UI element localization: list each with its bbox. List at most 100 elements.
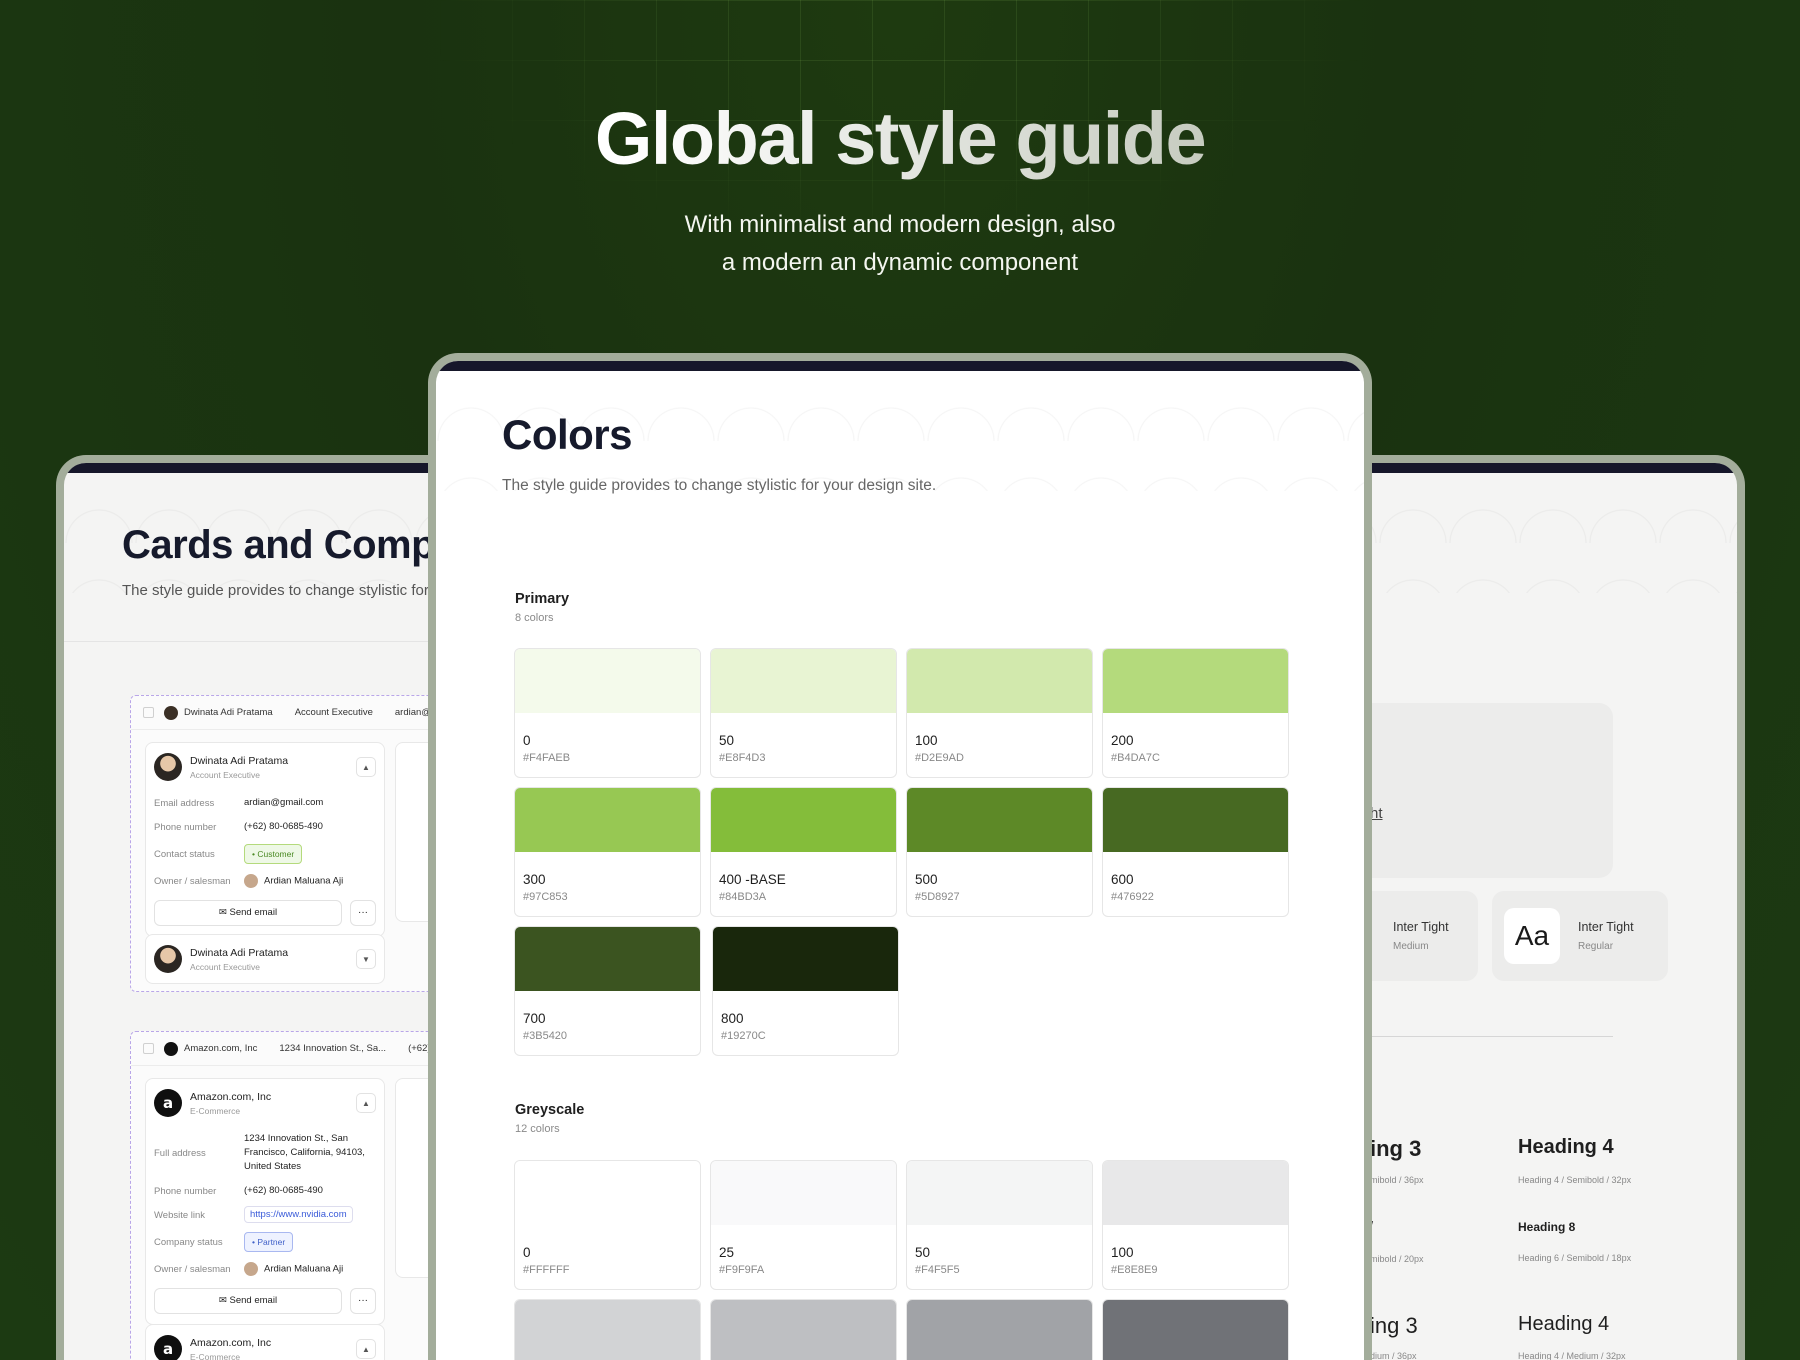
swatch-fill: [515, 649, 700, 713]
color-swatch[interactable]: [906, 1299, 1093, 1360]
heading-meta: Heading 4 / Semibold / 32px: [1518, 1175, 1632, 1185]
cell-role: Account Executive: [294, 707, 373, 718]
swatch-fill: [907, 1300, 1092, 1360]
greyscale-section-count: 12 colors: [515, 1123, 560, 1135]
more-options-button[interactable]: ···: [350, 899, 376, 926]
field-email: Email address ardian@gmail.com: [154, 797, 324, 809]
chevron-up-icon[interactable]: ▲: [356, 757, 376, 777]
swatch-fill: [1103, 1300, 1288, 1360]
color-swatch[interactable]: 25 #F9F9FA: [710, 1160, 897, 1290]
contact-card-collapsed[interactable]: Dwinata Adi Pratama Account Executive ▼: [145, 934, 385, 984]
heading-sample: Heading 4: [1518, 1136, 1614, 1158]
swatch-fill: [515, 1161, 700, 1225]
swatch-fill: [515, 788, 700, 852]
field-address: Full address 1234 Innovation St., San Fra…: [154, 1133, 365, 1172]
color-swatch[interactable]: 200 #B4DA7C: [1102, 648, 1289, 778]
swatch-fill: [711, 788, 896, 852]
swatch-hex: #F4F5F5: [915, 1264, 960, 1276]
field-owner: Owner / salesman Ardian Maluana Aji: [154, 874, 344, 888]
color-swatch[interactable]: 400 -BASE #84BD3A: [710, 787, 897, 917]
swatch-code: 0: [523, 733, 531, 748]
color-swatch[interactable]: 50 #E8F4D3: [710, 648, 897, 778]
heading-meta: mibold / 36px: [1370, 1175, 1424, 1185]
field-phone: Phone number (+62) 80-0685-490: [154, 821, 323, 833]
color-swatch[interactable]: 600 #476922: [1102, 787, 1289, 917]
amazon-logo-icon: [164, 1041, 178, 1056]
primary-section-title: Primary: [515, 591, 570, 607]
more-options-button[interactable]: ···: [350, 1287, 376, 1314]
owner-avatar: [244, 874, 258, 888]
chevron-up-icon[interactable]: ▲: [356, 1339, 376, 1359]
color-swatch[interactable]: 100 #E8E8E9: [1102, 1160, 1289, 1290]
swatch-hex: #97C853: [523, 891, 568, 903]
swatch-code: 600: [1111, 872, 1134, 887]
color-swatch[interactable]: [514, 1299, 701, 1360]
contact-role: Account Executive: [190, 769, 260, 780]
swatch-hex: #D2E9AD: [915, 752, 964, 764]
swatch-code: 500: [915, 872, 938, 887]
amazon-logo-icon: a: [154, 1089, 182, 1117]
hero-subtitle: With minimalist and modern design, also …: [0, 206, 1800, 282]
company-card: a Amazon.com, Inc E-Commerce ▲ Full addr…: [145, 1078, 385, 1325]
color-swatch[interactable]: 0 #FFFFFF: [514, 1160, 701, 1290]
company-card-collapsed[interactable]: a Amazon.com, Inc E-Commerce ▲: [145, 1324, 385, 1360]
avatar: [154, 753, 182, 781]
font-name: Inter Tight: [1578, 920, 1634, 934]
contact-name: Dwinata Adi Pratama: [190, 946, 289, 959]
cell-company: Amazon.com, Inc: [184, 1043, 258, 1054]
row-checkbox[interactable]: [143, 1043, 154, 1054]
cell-name: Dwinata Adi Pratama: [184, 707, 273, 718]
swatch-code: 100: [915, 733, 938, 748]
color-swatch[interactable]: 800 #19270C: [712, 926, 899, 1056]
send-email-button[interactable]: ✉ Send email: [154, 1287, 342, 1314]
color-swatch[interactable]: 500 #5D8927: [906, 787, 1093, 917]
color-swatch[interactable]: 100 #D2E9AD: [906, 648, 1093, 778]
swatch-fill: [907, 649, 1092, 713]
font-sample: Aa: [1504, 908, 1560, 964]
swatch-fill: [711, 649, 896, 713]
swatch-fill: [907, 1161, 1092, 1225]
swatch-fill: [711, 1300, 896, 1360]
field-owner: Owner / salesman Ardian Maluana Aji: [154, 1262, 344, 1276]
colors-title: Colors: [502, 411, 633, 458]
color-swatch[interactable]: 50 #F4F5F5: [906, 1160, 1093, 1290]
swatch-code: 300: [523, 872, 546, 887]
color-swatch[interactable]: 700 #3B5420: [514, 926, 701, 1056]
font-card-regular[interactable]: Aa Inter Tight Regular: [1492, 891, 1668, 981]
card-header[interactable]: Dwinata Adi Pratama Account Executive ▲: [146, 743, 384, 791]
swatch-code: 100: [1111, 1245, 1134, 1260]
header-pattern: [1308, 473, 1737, 593]
colors-preview: Colors The style guide provides to chang…: [428, 353, 1372, 1360]
avatar: [164, 705, 178, 720]
field-website: Website link https://www.nvidia.com: [146, 1203, 384, 1227]
company-industry: E-Commerce: [190, 1105, 241, 1116]
swatch-code: 0: [523, 1245, 531, 1260]
heading-sample: ing 3: [1370, 1313, 1418, 1338]
color-swatch[interactable]: 0 #F4FAEB: [514, 648, 701, 778]
swatch-fill: [515, 927, 700, 991]
swatch-code: 200: [1111, 733, 1134, 748]
swatch-hex: #F9F9FA: [719, 1264, 765, 1276]
swatch-hex: #B4DA7C: [1111, 752, 1160, 764]
chevron-down-icon[interactable]: ▼: [356, 949, 376, 969]
hero-subtitle-line2: a modern an dynamic component: [721, 249, 1079, 276]
swatch-hex: #5D8927: [915, 891, 960, 903]
company-industry: E-Commerce: [190, 1351, 241, 1360]
chevron-up-icon[interactable]: ▲: [356, 1093, 376, 1113]
row-checkbox[interactable]: [143, 707, 154, 718]
swatch-code: 800: [721, 1011, 744, 1026]
font-weight: Medium: [1393, 941, 1429, 952]
card-header[interactable]: a Amazon.com, Inc E-Commerce ▲: [146, 1079, 384, 1127]
website-link[interactable]: https://www.nvidia.com: [244, 1206, 353, 1223]
heading-sample: Heading 4: [1518, 1313, 1610, 1335]
send-email-button[interactable]: ✉ Send email: [154, 899, 342, 926]
swatch-hex: #E8E8E9: [1111, 1264, 1158, 1276]
color-swatch[interactable]: [710, 1299, 897, 1360]
company-name: Amazon.com, Inc: [190, 1090, 272, 1103]
color-swatch[interactable]: [1102, 1299, 1289, 1360]
color-swatch[interactable]: 300 #97C853: [514, 787, 701, 917]
swatch-code: 700: [523, 1011, 546, 1026]
swatch-fill: [1103, 788, 1288, 852]
avatar: [154, 945, 182, 973]
swatch-hex: #476922: [1111, 891, 1154, 903]
